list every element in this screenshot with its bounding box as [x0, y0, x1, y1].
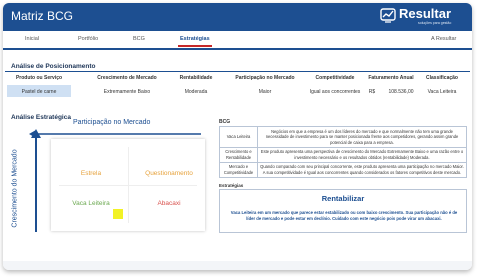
table-row: Vaca Leiteira Negócios em que a empresa … — [219, 126, 467, 148]
header-revenue: Faturamento Anual — [368, 75, 414, 81]
product-value: Pastel de carne — [21, 89, 57, 95]
tab-bcg[interactable]: BCG — [133, 36, 145, 42]
y-axis-label: Crescimento do Mercado — [11, 149, 19, 228]
bcg-term: Vaca Leiteira — [219, 126, 258, 148]
matrix-divider-h — [59, 185, 197, 186]
currency-symbol: R$ — [368, 89, 376, 95]
x-axis-label: Participação no Mercado — [73, 119, 151, 126]
app-window: Matriz BCG Resultar soluções para gestão… — [3, 3, 472, 270]
nav-tabs: Inicial Portfólio BCG Estratégias A Resu… — [3, 31, 472, 49]
strategy-box: Rentabilizar Vaca Leiteira em um mercado… — [219, 189, 467, 233]
tabs-divider — [3, 48, 472, 50]
bcg-label: BCG — [219, 119, 231, 125]
quadrant-cash-cow: Vaca Leiteira — [72, 200, 110, 207]
header-share: Participação no Mercado — [235, 75, 295, 81]
share-value: Maior — [258, 89, 272, 95]
header-product: Produto ou Serviço — [15, 75, 63, 81]
header-profitability: Rentabilidade — [179, 75, 213, 81]
bcg-desc: Quando comparado com seu principal conco… — [257, 161, 467, 178]
bcg-desc: Negócios em que a empresa é um dos líder… — [257, 126, 467, 148]
quadrant-question: Questionamento — [145, 170, 193, 177]
chart-frame-icon — [380, 8, 396, 23]
header-classification: Classificação — [426, 75, 458, 81]
competitiveness-value: Igual aos concorrentes — [309, 89, 361, 95]
tab-a-resultar[interactable]: A Resultar — [431, 36, 456, 42]
positioning-panel: Análise de Posicionamento Produto ou Ser… — [5, 63, 470, 108]
strategies-label: Estratégias — [219, 183, 244, 188]
resultar-logo[interactable]: Resultar soluções para gestão — [376, 6, 466, 28]
tab-inicial[interactable]: Inicial — [25, 36, 39, 42]
table-row: Crescimento e Rentabilidade Este produto… — [219, 146, 467, 163]
quadrant-star: Estrela — [80, 170, 102, 177]
logo-tagline: soluções para gestão — [418, 21, 452, 25]
strategy-text: Vaca Leiteira em um mercado que parece e… — [230, 210, 458, 222]
table-row: Mercado e Competitividade Quando compara… — [219, 161, 467, 178]
profitability-value: Moderada — [184, 89, 208, 95]
app-header: Matriz BCG Resultar soluções para gestão — [3, 3, 472, 31]
header-competitiveness: Competitividade — [315, 75, 355, 81]
tab-estrategias[interactable]: Estratégias — [178, 36, 212, 47]
classification-value: Vaca Leiteira — [427, 89, 457, 95]
growth-value: Extremamente Baixo — [103, 89, 151, 95]
header-growth: Crescimento de Mercado — [97, 75, 157, 81]
quadrant-dog: Abacaxi — [157, 200, 181, 207]
tab-portfolio[interactable]: Portfólio — [78, 36, 98, 42]
bcg-term: Mercado e Competitividade — [219, 161, 258, 178]
footer-bar — [3, 261, 472, 270]
revenue-value: 108.536,00 — [388, 89, 414, 95]
bcg-description-table: Vaca Leiteira Negócios em que a empresa … — [219, 126, 467, 178]
product-position-marker — [113, 209, 123, 219]
positioning-rule — [5, 71, 470, 72]
bcg-term: Crescimento e Rentabilidade — [219, 146, 258, 163]
bcg-matrix: Estrela Questionamento Vaca Leiteira Aba… — [51, 139, 205, 231]
logo-wordmark: Resultar — [399, 6, 452, 21]
strategy-title: Rentabilizar — [321, 194, 365, 203]
bcg-desc: Este produto apresenta uma perspectiva d… — [257, 146, 467, 163]
positioning-title: Análise de Posicionamento — [11, 63, 96, 70]
app-title: Matriz BCG — [11, 9, 74, 23]
